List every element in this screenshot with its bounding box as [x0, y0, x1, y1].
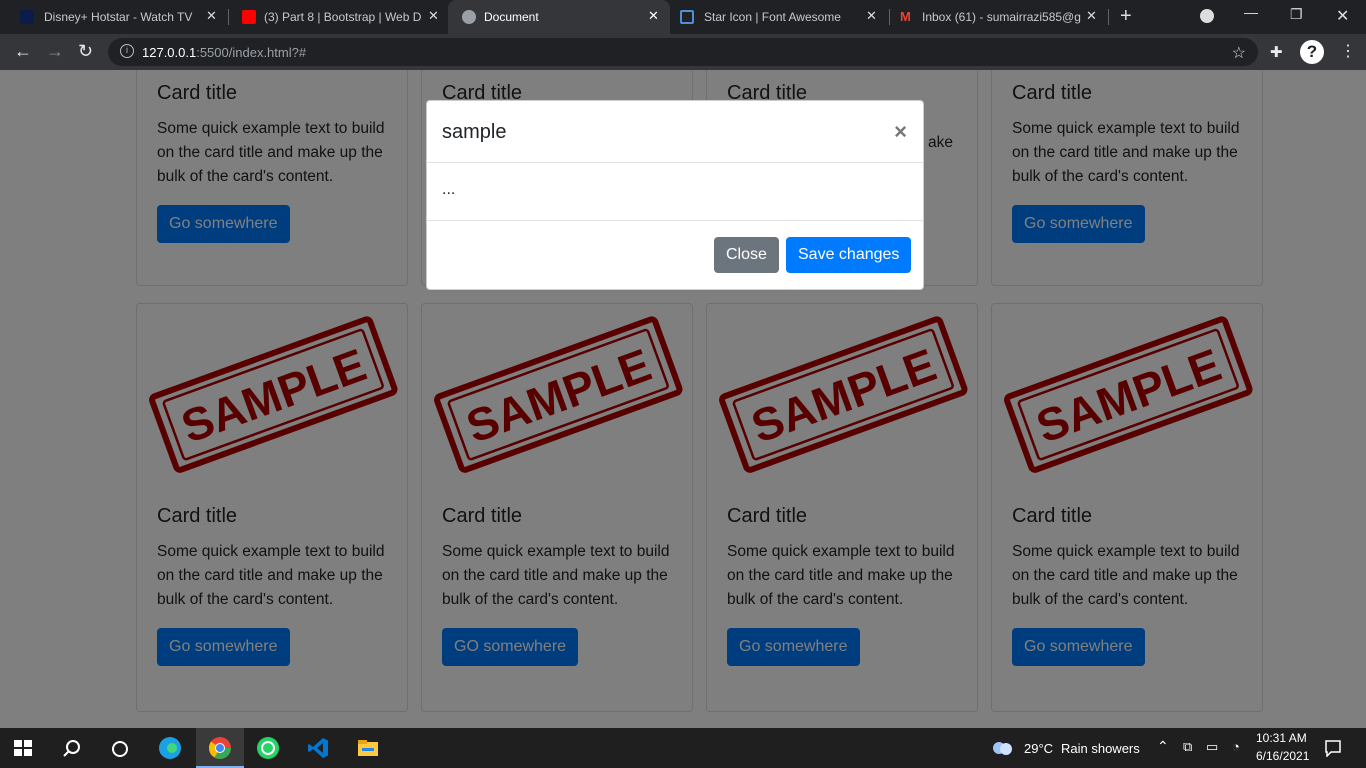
modal-body: ... [442, 181, 456, 198]
address-url: 127.0.0.1:5500/index.html?# [142, 45, 307, 60]
battery-icon[interactable]: ▭ [1206, 739, 1218, 755]
address-bar[interactable]: i 127.0.0.1:5500/index.html?# ☆ [108, 38, 1258, 66]
weather-temperature[interactable]: 29°C [1024, 741, 1053, 756]
reload-icon[interactable]: ↻ [78, 42, 93, 60]
file-explorer-icon[interactable] [356, 736, 380, 760]
weather-description[interactable]: Rain showers [1061, 741, 1140, 756]
extensions-puzzle-icon[interactable]: ✚ [1270, 44, 1283, 62]
modal-close-icon[interactable]: × [894, 119, 907, 145]
meet-now-icon[interactable]: ⧉ [1183, 739, 1192, 755]
flag-icon [680, 10, 694, 24]
gmail-icon: M [900, 9, 911, 24]
wifi-icon[interactable]: ◔ [1232, 739, 1240, 754]
browser-toolbar: ← → ↻ i 127.0.0.1:5500/index.html?# ☆ ✚ … [0, 34, 1366, 70]
close-icon[interactable]: ✕ [428, 8, 439, 24]
close-button[interactable]: Close [714, 237, 779, 273]
close-icon[interactable]: ✕ [648, 8, 659, 24]
tab-label: Star Icon | Font Awesome [704, 10, 841, 24]
windows-start-icon[interactable] [14, 740, 32, 756]
tab-label: Document [484, 10, 539, 24]
restore-button[interactable]: ❐ [1290, 6, 1303, 23]
back-arrow-icon[interactable]: ← [14, 42, 32, 60]
globe-icon [462, 10, 476, 24]
tab-search-icon[interactable] [1200, 9, 1214, 23]
tab-document[interactable]: Document ✕ [448, 0, 670, 34]
tab-label: Disney+ Hotstar - Watch TV S [44, 10, 194, 24]
info-icon[interactable]: i [120, 44, 134, 58]
window-close-button[interactable]: ✕ [1336, 6, 1349, 26]
tab-hotstar[interactable]: Disney+ Hotstar - Watch TV S ✕ [0, 0, 224, 34]
modal-title: sample [442, 121, 507, 143]
browser-tab-strip: Disney+ Hotstar - Watch TV S ✕ (3) Part … [0, 0, 1366, 34]
whatsapp-icon[interactable] [256, 736, 280, 760]
close-icon[interactable]: ✕ [206, 8, 217, 24]
bookmark-star-icon[interactable]: ☆ [1232, 43, 1246, 63]
forward-arrow-icon[interactable]: → [46, 42, 64, 60]
tab-gmail[interactable]: M Inbox (61) - sumairrazi585@g ✕ [890, 0, 1108, 34]
tab-label: (3) Part 8 | Bootstrap | Web D [264, 10, 422, 24]
search-icon[interactable] [62, 739, 86, 763]
vscode-icon[interactable] [306, 736, 330, 760]
close-icon[interactable]: ✕ [866, 8, 877, 24]
save-changes-button[interactable]: Save changes [786, 237, 912, 273]
notifications-icon[interactable] [1324, 739, 1342, 758]
chrome-icon[interactable] [208, 736, 232, 760]
tab-youtube[interactable]: (3) Part 8 | Bootstrap | Web D ✕ [224, 0, 446, 34]
chevron-up-icon[interactable]: ⌃ [1157, 738, 1169, 755]
clock-time[interactable]: 10:31 AM [1256, 731, 1307, 745]
menu-dots-icon[interactable]: ⋮ [1340, 43, 1356, 61]
modal-dialog: sample × ... Close Save changes [426, 100, 924, 290]
close-icon[interactable]: ✕ [1086, 8, 1097, 24]
cortana-icon[interactable] [110, 739, 134, 763]
windows-taskbar: 29°C Rain showers ⌃ ⧉ ▭ ◔ 10:31 AM 6/16/… [0, 728, 1366, 768]
tab-font-awesome[interactable]: Star Icon | Font Awesome ✕ [670, 0, 888, 34]
youtube-icon [242, 10, 256, 24]
tab-label: Inbox (61) - sumairrazi585@g [922, 10, 1081, 24]
weather-cloud-icon[interactable] [990, 738, 1016, 758]
profile-avatar[interactable]: ? [1300, 40, 1324, 64]
modal-header: sample × [427, 101, 923, 163]
clock-date[interactable]: 6/16/2021 [1256, 749, 1309, 763]
minimize-button[interactable]: — [1244, 4, 1258, 20]
modal-footer: Close Save changes [427, 220, 923, 290]
hotstar-icon [20, 10, 34, 24]
new-tab-button[interactable]: + [1120, 5, 1132, 28]
edge-icon[interactable] [158, 736, 182, 760]
